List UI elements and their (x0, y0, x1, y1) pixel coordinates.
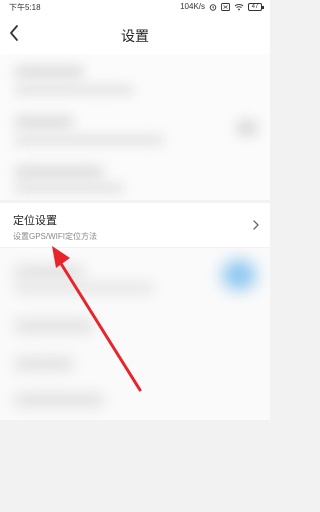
alarm-icon (209, 3, 217, 11)
location-settings-subtitle: 设置GPS/WIFI定位方法 (13, 232, 97, 241)
sim-icon (221, 2, 230, 11)
status-bar: 下午5:18 104K/s 47 (0, 0, 270, 14)
header-bar: 设置 (0, 14, 270, 54)
blurred-settings-section (0, 54, 270, 200)
network-speed: 104K/s (180, 2, 205, 11)
wifi-icon (234, 3, 244, 10)
toggle-switch (222, 260, 256, 290)
blurred-lower-section (0, 248, 270, 420)
location-settings-title: 定位设置 (13, 215, 57, 227)
status-icons: 104K/s 47 (180, 2, 264, 11)
location-settings-item[interactable]: 定位设置 设置GPS/WIFI定位方法 (0, 203, 270, 247)
battery-icon: 47 (248, 2, 264, 11)
status-time: 下午5:18 (9, 3, 41, 12)
chevron-right-icon (253, 220, 259, 230)
page-title: 设置 (121, 28, 149, 44)
